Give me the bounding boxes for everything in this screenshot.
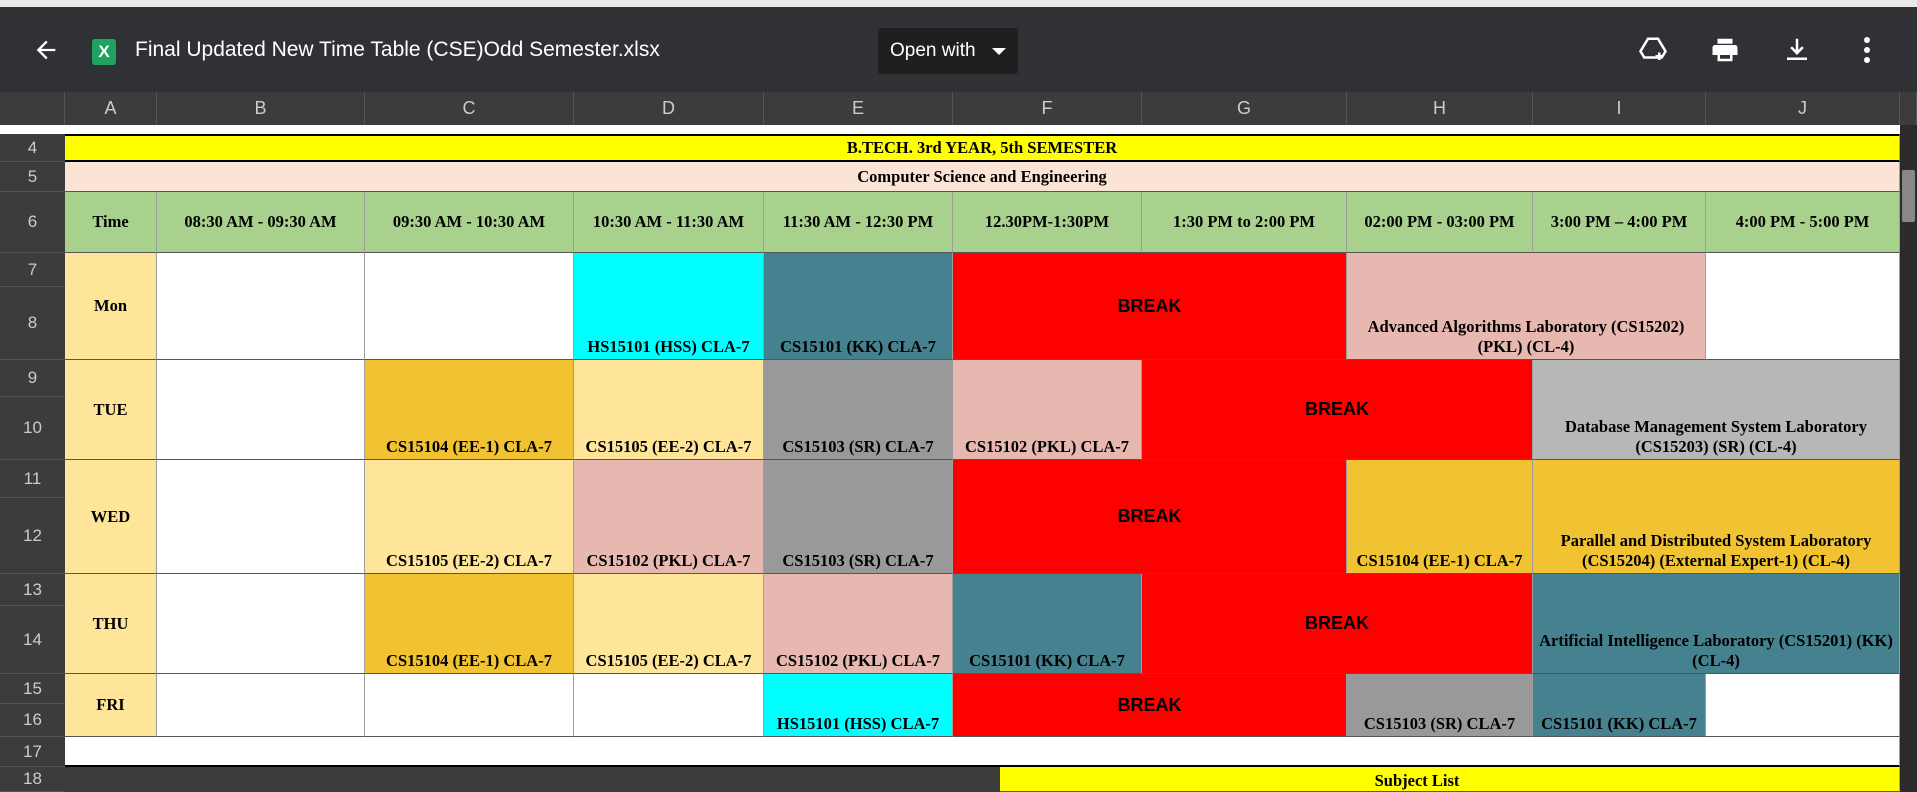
column-header-c[interactable]: C xyxy=(365,92,574,125)
day-mon[interactable]: Mon xyxy=(65,253,157,360)
fri-cell-d[interactable] xyxy=(574,674,764,737)
row-header-14[interactable]: 14 xyxy=(0,606,65,674)
column-header-d[interactable]: D xyxy=(574,92,764,125)
fri-cell-e[interactable]: HS15101 (HSS) CLA-7 xyxy=(764,674,953,737)
subject-list-header[interactable]: Subject List xyxy=(1000,767,1900,792)
slot-header-f[interactable]: 12.30PM-1:30PM xyxy=(953,192,1142,253)
wed-break[interactable]: BREAK xyxy=(953,460,1347,574)
tue-cell-ij[interactable]: Database Management System Laboratory (C… xyxy=(1533,360,1900,460)
wed-cell-d[interactable]: CS15102 (PKL) CLA-7 xyxy=(574,460,764,574)
spreadsheet-grid: A B C D E F G H I J 4 5 6 7 8 9 10 11 12… xyxy=(0,92,1917,792)
row-header-16[interactable]: 16 xyxy=(0,704,65,737)
row-header-12[interactable]: 12 xyxy=(0,498,65,574)
row-header-10[interactable]: 10 xyxy=(0,397,65,460)
wed-cell-e[interactable]: CS15103 (SR) CLA-7 xyxy=(764,460,953,574)
fri-break[interactable]: BREAK xyxy=(953,674,1347,737)
column-header-b[interactable]: B xyxy=(157,92,365,125)
row-header-18[interactable]: 18 xyxy=(0,767,65,792)
back-arrow-icon[interactable] xyxy=(22,7,70,92)
column-header-a[interactable]: A xyxy=(65,92,157,125)
column-header-j[interactable]: J xyxy=(1706,92,1900,125)
open-with-label: Open with xyxy=(890,40,976,61)
add-to-drive-icon[interactable] xyxy=(1630,7,1676,92)
row-header-13[interactable]: 13 xyxy=(0,574,65,606)
viewer-toolbar: X Final Updated New Time Table (CSE)Odd … xyxy=(0,0,1917,92)
row-header-8[interactable]: 8 xyxy=(0,287,65,360)
column-header-g[interactable]: G xyxy=(1142,92,1347,125)
download-icon[interactable] xyxy=(1774,7,1820,92)
file-name: Final Updated New Time Table (CSE)Odd Se… xyxy=(135,38,660,61)
slot-header-g[interactable]: 1:30 PM to 2:00 PM xyxy=(1142,192,1347,253)
vertical-scrollbar[interactable] xyxy=(1900,125,1917,792)
open-with-button[interactable]: Open with xyxy=(878,28,1018,74)
thu-cell-ij[interactable]: Artificial Intelligence Laboratory (CS15… xyxy=(1533,574,1900,674)
print-icon[interactable] xyxy=(1702,7,1748,92)
department-banner[interactable]: Computer Science and Engineering xyxy=(65,162,1900,192)
mon-cell-c[interactable] xyxy=(365,253,574,360)
row-header-7[interactable]: 7 xyxy=(0,253,65,287)
slot-header-e[interactable]: 11:30 AM - 12:30 PM xyxy=(764,192,953,253)
tue-cell-c[interactable]: CS15104 (EE-1) CLA-7 xyxy=(365,360,574,460)
row-17-empty[interactable] xyxy=(65,737,1900,767)
thu-cell-c[interactable]: CS15104 (EE-1) CLA-7 xyxy=(365,574,574,674)
chevron-down-icon xyxy=(992,48,1006,55)
mon-cell-hi[interactable]: Advanced Algorithms Laboratory (CS15202)… xyxy=(1347,253,1706,360)
mon-cell-e[interactable]: CS15101 (KK) CLA-7 xyxy=(764,253,953,360)
slot-header-i[interactable]: 3:00 PM – 4:00 PM xyxy=(1533,192,1706,253)
more-vert-icon[interactable] xyxy=(1852,7,1882,92)
semester-banner[interactable]: B.TECH. 3rd YEAR, 5th SEMESTER xyxy=(65,134,1900,162)
slot-header-j[interactable]: 4:00 PM - 5:00 PM xyxy=(1706,192,1900,253)
frozen-gap xyxy=(65,125,1900,134)
tue-cell-f[interactable]: CS15102 (PKL) CLA-7 xyxy=(953,360,1142,460)
fri-cell-j[interactable] xyxy=(1706,674,1900,737)
column-header-f[interactable]: F xyxy=(953,92,1142,125)
wed-cell-h[interactable]: CS15104 (EE-1) CLA-7 xyxy=(1347,460,1533,574)
fri-cell-b[interactable] xyxy=(157,674,365,737)
row-header-17[interactable]: 17 xyxy=(0,737,65,767)
mon-cell-d[interactable]: HS15101 (HSS) CLA-7 xyxy=(574,253,764,360)
column-header-i[interactable]: I xyxy=(1533,92,1706,125)
slot-header-d[interactable]: 10:30 AM - 11:30 AM xyxy=(574,192,764,253)
row-header-6[interactable]: 6 xyxy=(0,192,65,253)
wed-cell-b[interactable] xyxy=(157,460,365,574)
day-fri[interactable]: FRI xyxy=(65,674,157,737)
fri-cell-i[interactable]: CS15101 (KK) CLA-7 xyxy=(1533,674,1706,737)
slot-header-h[interactable]: 02:00 PM - 03:00 PM xyxy=(1347,192,1533,253)
fri-cell-h[interactable]: CS15103 (SR) CLA-7 xyxy=(1347,674,1533,737)
tue-break[interactable]: BREAK xyxy=(1142,360,1533,460)
wed-cell-c[interactable]: CS15105 (EE-2) CLA-7 xyxy=(365,460,574,574)
tue-cell-d[interactable]: CS15105 (EE-2) CLA-7 xyxy=(574,360,764,460)
tue-cell-e[interactable]: CS15103 (SR) CLA-7 xyxy=(764,360,953,460)
row-header-15[interactable]: 15 xyxy=(0,674,65,704)
slot-header-c[interactable]: 09:30 AM - 10:30 AM xyxy=(365,192,574,253)
thu-cell-b[interactable] xyxy=(157,574,365,674)
slot-header-b[interactable]: 08:30 AM - 09:30 AM xyxy=(157,192,365,253)
tue-cell-b[interactable] xyxy=(157,360,365,460)
excel-file-icon: X xyxy=(92,39,116,65)
fri-cell-c[interactable] xyxy=(365,674,574,737)
mon-cell-b[interactable] xyxy=(157,253,365,360)
day-wed[interactable]: WED xyxy=(65,460,157,574)
column-header-filler xyxy=(1900,92,1917,125)
thu-cell-d[interactable]: CS15105 (EE-2) CLA-7 xyxy=(574,574,764,674)
thu-cell-e[interactable]: CS15102 (PKL) CLA-7 xyxy=(764,574,953,674)
thu-cell-f[interactable]: CS15101 (KK) CLA-7 xyxy=(953,574,1142,674)
subject-list-dark-block xyxy=(65,767,1000,792)
time-header[interactable]: Time xyxy=(65,192,157,253)
row-header-4[interactable]: 4 xyxy=(0,134,65,162)
row-header-11[interactable]: 11 xyxy=(0,460,65,498)
mon-break[interactable]: BREAK xyxy=(953,253,1347,360)
wed-cell-ij[interactable]: Parallel and Distributed System Laborato… xyxy=(1533,460,1900,574)
mon-cell-j[interactable] xyxy=(1706,253,1900,360)
row-header-9[interactable]: 9 xyxy=(0,360,65,397)
day-tue[interactable]: TUE xyxy=(65,360,157,460)
column-header-e[interactable]: E xyxy=(764,92,953,125)
scrollbar-thumb[interactable] xyxy=(1902,170,1915,222)
column-header-h[interactable]: H xyxy=(1347,92,1533,125)
thu-break[interactable]: BREAK xyxy=(1142,574,1533,674)
corner-cell[interactable] xyxy=(0,92,65,125)
day-thu[interactable]: THU xyxy=(65,574,157,674)
row-header-5[interactable]: 5 xyxy=(0,162,65,192)
